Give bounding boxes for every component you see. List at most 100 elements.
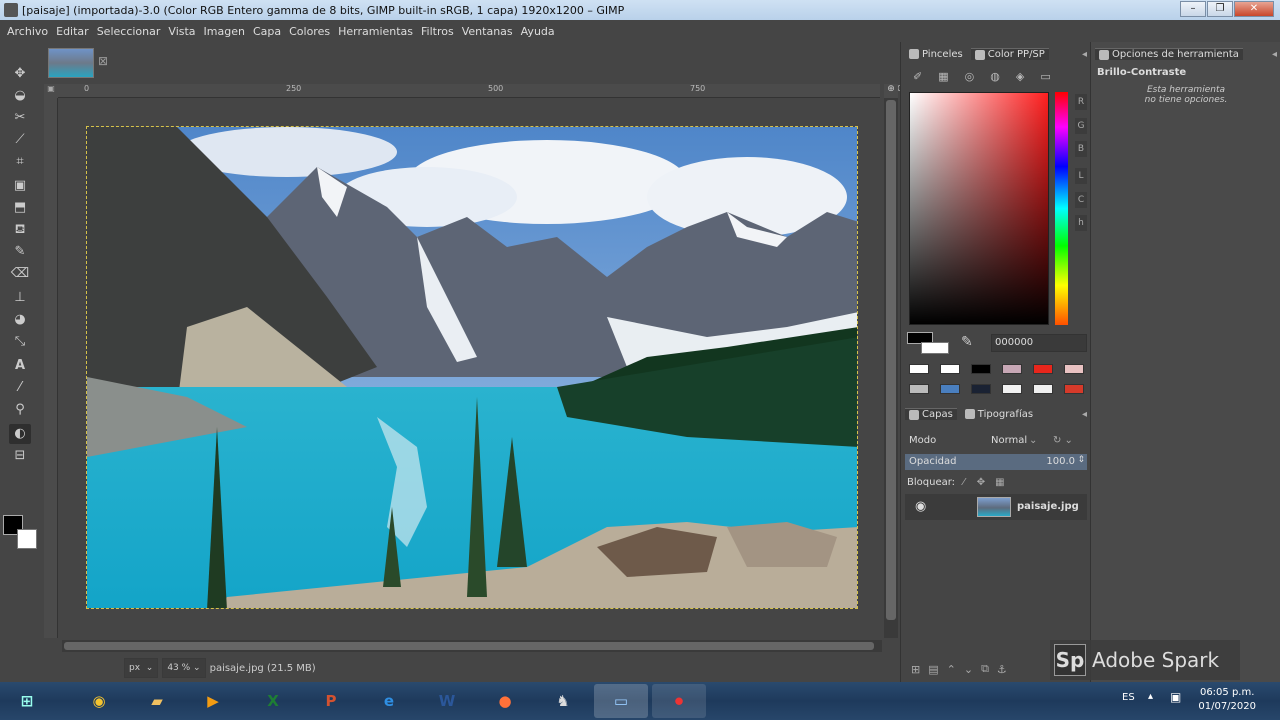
menu-archivo[interactable]: Archivo — [7, 25, 48, 38]
tab-tipografias[interactable]: Tipografías — [961, 409, 1037, 420]
chrome-icon[interactable]: ◉ — [72, 684, 126, 718]
move-tool-icon[interactable]: ✥ — [9, 64, 31, 84]
menu-herramientas[interactable]: Herramientas — [338, 25, 413, 38]
layer-name[interactable]: paisaje.jpg — [1017, 501, 1079, 512]
visibility-eye-icon[interactable]: ◉ — [915, 499, 926, 514]
lock-alpha-icon[interactable]: ▦ — [995, 477, 1004, 488]
close-image-icon[interactable]: ⊠ — [98, 54, 108, 68]
hue-slider[interactable] — [1055, 92, 1068, 325]
menu-editar[interactable]: Editar — [56, 25, 89, 38]
raise-layer-icon[interactable]: ⌃ — [947, 663, 956, 676]
vertical-ruler[interactable] — [44, 98, 58, 638]
minimize-button[interactable]: – — [1180, 1, 1206, 17]
maximize-button[interactable]: ❐ — [1207, 1, 1233, 17]
media-player-icon[interactable]: ▶ — [186, 684, 240, 718]
dock-menu-icon[interactable]: ◂ — [1272, 49, 1277, 60]
menu-filtros[interactable]: Filtros — [421, 25, 454, 38]
reset-mode-icon[interactable]: ↻ ⌄ — [1053, 435, 1073, 446]
menu-colores[interactable]: Colores — [289, 25, 330, 38]
cmyk-selector-icon[interactable]: ▦ — [938, 70, 948, 83]
transform-tool-icon[interactable]: ▣ — [9, 176, 31, 196]
background-color-swatch[interactable] — [17, 529, 37, 549]
tab-color-pp-sp[interactable]: Color PP/SP — [970, 48, 1049, 60]
color-history-swatch[interactable] — [940, 384, 960, 394]
fg-bg-color-selector[interactable] — [3, 515, 41, 553]
wheel-selector-icon[interactable]: ◍ — [990, 70, 1000, 83]
eraser-icon[interactable]: ⌫ — [9, 264, 31, 284]
unit-select[interactable]: px ⌄ — [124, 658, 159, 678]
lower-layer-icon[interactable]: ⌄ — [964, 663, 973, 676]
horizontal-scrollbar[interactable] — [62, 640, 882, 652]
clock[interactable]: 06:05 p.m. 01/07/2020 — [1198, 686, 1256, 714]
lock-pixels-icon[interactable]: ⁄ — [963, 477, 965, 488]
menu-seleccionar[interactable]: Seleccionar — [97, 25, 161, 38]
menu-capa[interactable]: Capa — [253, 25, 281, 38]
image-window-icon[interactable]: ▭ — [594, 684, 648, 718]
fuzzy-select-icon[interactable]: ⟋ — [9, 130, 31, 150]
color-history-swatch[interactable] — [1033, 364, 1053, 374]
menu-ayuda[interactable]: Ayuda — [521, 25, 555, 38]
color-history-swatch[interactable] — [909, 384, 929, 394]
paths-tool-icon[interactable]: ⤡ — [9, 332, 31, 352]
opacity-slider[interactable]: Opacidad 100.0 ⇕ — [905, 454, 1087, 470]
ellipse-select-icon[interactable]: ◒ — [9, 86, 31, 106]
anchor-layer-icon[interactable]: ⚓ — [997, 663, 1007, 676]
image-canvas[interactable] — [86, 126, 858, 609]
mini-fg-bg[interactable] — [907, 332, 949, 354]
watercolor-selector-icon[interactable]: ◈ — [1016, 70, 1024, 83]
crop-tool-icon[interactable]: ⌗ — [9, 152, 31, 172]
brightness-contrast-icon[interactable]: ◐ — [9, 424, 31, 444]
channel-h[interactable]: h — [1075, 215, 1087, 231]
menu-vista[interactable]: Vista — [168, 25, 195, 38]
new-layer-icon[interactable]: ⊞ — [911, 663, 920, 676]
excel-icon[interactable]: X — [246, 684, 300, 718]
scales-selector-icon[interactable]: ▭ — [1040, 70, 1050, 83]
gimp-selector-icon[interactable]: ✐ — [913, 70, 922, 83]
color-picker-icon[interactable]: ⁄ — [9, 378, 31, 398]
bucket-fill-icon[interactable]: ⛾ — [9, 220, 31, 240]
screen-recorder-icon[interactable]: ⏺ — [652, 684, 706, 718]
duplicate-layer-icon[interactable]: ⧉ — [981, 662, 989, 676]
image-tab-thumbnail[interactable] — [48, 48, 94, 78]
word-icon[interactable]: W — [420, 684, 474, 718]
clone-tool-icon[interactable]: ⊥ — [9, 288, 31, 308]
new-group-icon[interactable]: ▤ — [928, 663, 938, 676]
channel-r[interactable]: R — [1075, 94, 1087, 110]
scissors-select-icon[interactable]: ✂ — [9, 108, 31, 128]
color-history-swatch[interactable] — [1002, 384, 1022, 394]
internet-explorer-icon[interactable]: e — [362, 684, 416, 718]
channel-c[interactable]: C — [1075, 192, 1087, 208]
vertical-scroll-thumb[interactable] — [886, 100, 896, 620]
color-history-swatch[interactable] — [1064, 384, 1084, 394]
color-history-swatch[interactable] — [1064, 364, 1084, 374]
opacity-spinner-icon[interactable]: ⇕ — [1077, 455, 1085, 465]
menu-imagen[interactable]: Imagen — [204, 25, 245, 38]
tab-pinceles[interactable]: Pinceles — [905, 49, 967, 60]
horizontal-scroll-thumb[interactable] — [64, 642, 874, 650]
channel-g[interactable]: G — [1075, 118, 1087, 134]
start-button[interactable]: ⊞ — [2, 684, 52, 718]
layer-row[interactable]: ◉ paisaje.jpg — [905, 494, 1087, 520]
network-icon[interactable]: ▣ — [1170, 690, 1181, 704]
color-history-swatch[interactable] — [971, 384, 991, 394]
mode-select[interactable]: Normal — [991, 435, 1027, 446]
powerpoint-icon[interactable]: P — [304, 684, 358, 718]
language-indicator[interactable]: ES — [1122, 692, 1135, 703]
color-history-swatch[interactable] — [971, 364, 991, 374]
triangle-selector-icon[interactable]: ◎ — [965, 70, 975, 83]
dock-menu-icon[interactable]: ◂ — [1082, 49, 1087, 60]
lock-position-icon[interactable]: ✥ — [977, 477, 985, 488]
color-history-swatch[interactable] — [1033, 384, 1053, 394]
color-history-swatch[interactable] — [1002, 364, 1022, 374]
dock-menu-icon[interactable]: ◂ — [1082, 409, 1087, 420]
file-explorer-icon[interactable]: ▰ — [130, 684, 184, 718]
tab-tool-options[interactable]: Opciones de herramienta — [1095, 48, 1243, 60]
zoom-select[interactable]: 43 % ⌄ — [162, 658, 206, 678]
smudge-tool-icon[interactable]: ◕ — [9, 310, 31, 330]
channel-l[interactable]: L — [1075, 168, 1087, 184]
ruler-corner[interactable]: ▣ — [44, 84, 58, 98]
navigate-icon[interactable]: ⊕ — [884, 84, 898, 98]
horizontal-ruler[interactable]: 0 250 500 750 1000 — [58, 84, 912, 98]
tab-capas[interactable]: Capas — [905, 408, 957, 420]
menu-ventanas[interactable]: Ventanas — [462, 25, 513, 38]
